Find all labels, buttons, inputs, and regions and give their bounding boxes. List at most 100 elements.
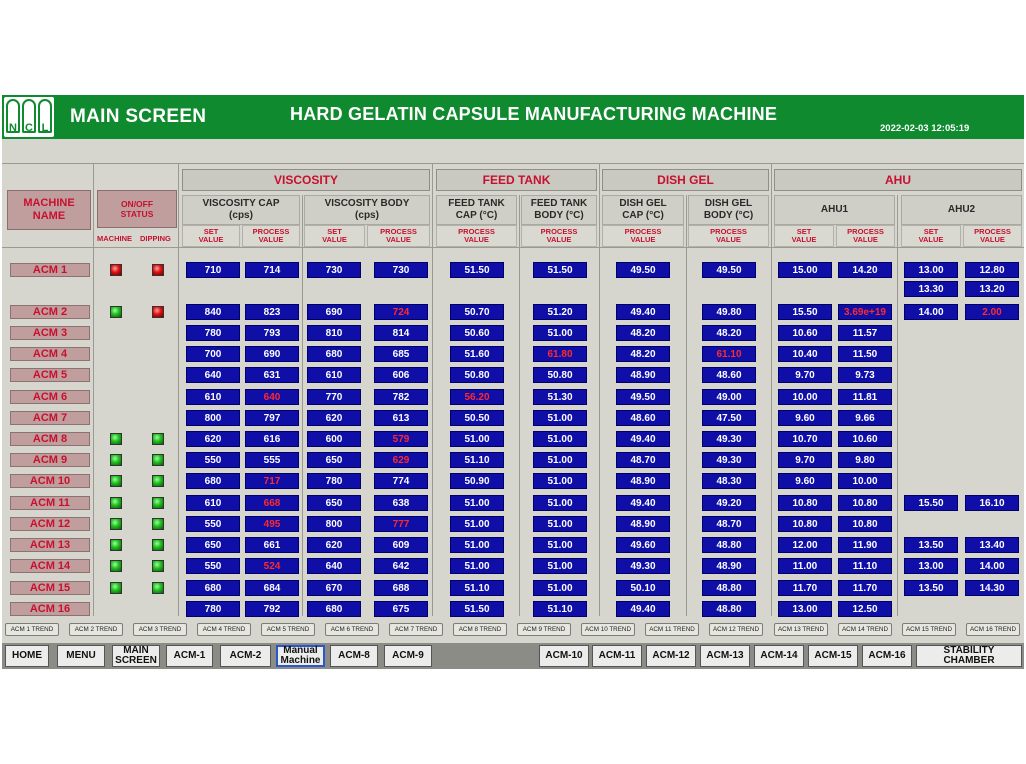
value-box-vc-pv: 792 — [245, 601, 299, 617]
machine-status-led — [110, 475, 122, 487]
value-box-vc-sv: 840 — [186, 304, 240, 320]
value-box-vc-sv: 780 — [186, 601, 240, 617]
machine-name-label: ACM 16 — [10, 602, 90, 616]
nav-stability-chamber-button[interactable]: STABILITY CHAMBER — [916, 645, 1022, 667]
value-box-ft-cap: 50.50 — [450, 410, 504, 426]
value-box-ahu1-sv: 12.00 — [778, 537, 832, 553]
value-box-ahu1-pv: 12.50 — [838, 601, 892, 617]
trend-button-acm15[interactable]: ACM 15 TREND — [902, 623, 956, 636]
nav-acm12-button[interactable]: ACM-12 — [646, 645, 696, 667]
machine-status-led — [110, 306, 122, 318]
value-box-vb-pv: 782 — [374, 389, 428, 405]
nav-acm1-button[interactable]: ACM-1 — [166, 645, 213, 667]
nav-home-button[interactable]: HOME — [5, 645, 49, 667]
value-box-dg-body: 49.30 — [702, 431, 756, 447]
value-box-vb-pv: 814 — [374, 325, 428, 341]
dish-gel-body-header: DISH GEL BODY (°C) — [688, 195, 769, 225]
value-box-vc-sv: 680 — [186, 580, 240, 596]
machine-status-led — [110, 560, 122, 572]
value-box-ahu1-pv: 11.10 — [838, 558, 892, 574]
nav-acm15-button[interactable]: ACM-15 — [808, 645, 858, 667]
viscosity-cap-process-header: PROCESS VALUE — [242, 225, 300, 247]
dipping-status-led — [152, 454, 164, 466]
trend-button-acm2[interactable]: ACM 2 TREND — [69, 623, 123, 636]
value-box-vb-sv: 770 — [307, 389, 361, 405]
nav-menu-button[interactable]: MENU — [57, 645, 105, 667]
value-box-dg-body: 48.90 — [702, 558, 756, 574]
trend-button-acm4[interactable]: ACM 4 TREND — [197, 623, 251, 636]
nav-acm16-button[interactable]: ACM-16 — [862, 645, 912, 667]
value-box-dg-body: 48.80 — [702, 537, 756, 553]
value-box-vc-pv: 631 — [245, 367, 299, 383]
trend-button-acm16[interactable]: ACM 16 TREND — [966, 623, 1020, 636]
value-box-dg-cap: 50.10 — [616, 580, 670, 596]
value-box-ahu2-sv: 13.50 — [904, 537, 958, 553]
trend-button-acm14[interactable]: ACM 14 TREND — [838, 623, 892, 636]
value-box-vc-sv: 640 — [186, 367, 240, 383]
value-box-dg-cap: 48.20 — [616, 346, 670, 362]
value-box-vb-pv: 579 — [374, 431, 428, 447]
value-box-vb-pv: 613 — [374, 410, 428, 426]
value-box-dg-body: 48.60 — [702, 367, 756, 383]
value-box-ft-body: 61.80 — [533, 346, 587, 362]
nav-acm11-button[interactable]: ACM-11 — [592, 645, 642, 667]
value-box-vc-pv: 616 — [245, 431, 299, 447]
value-box-vb-sv: 690 — [307, 304, 361, 320]
trend-button-acm9[interactable]: ACM 9 TREND — [517, 623, 571, 636]
trend-button-acm5[interactable]: ACM 5 TREND — [261, 623, 315, 636]
value-box-vb-sv: 810 — [307, 325, 361, 341]
viscosity-cap-set-header: SET VALUE — [182, 225, 240, 247]
trend-button-acm1[interactable]: ACM 1 TREND — [5, 623, 59, 636]
value-box-ahu1-pv: 9.73 — [838, 367, 892, 383]
nav-acm14-button[interactable]: ACM-14 — [754, 645, 804, 667]
nav-acm13-button[interactable]: ACM-13 — [700, 645, 750, 667]
value-box-ft-cap: 51.50 — [450, 262, 504, 278]
nav-acm2-button[interactable]: ACM-2 — [220, 645, 271, 667]
dipping-status-led — [152, 560, 164, 572]
trend-button-acm10[interactable]: ACM 10 TREND — [581, 623, 635, 636]
value-box-vc-sv: 650 — [186, 537, 240, 553]
nav-main-screen-button[interactable]: MAIN SCREEN — [112, 645, 160, 667]
value-box-vb-pv: 638 — [374, 495, 428, 511]
trend-button-acm3[interactable]: ACM 3 TREND — [133, 623, 187, 636]
trend-button-acm12[interactable]: ACM 12 TREND — [709, 623, 763, 636]
ahu1-process-header: PROCESS VALUE — [836, 225, 895, 247]
value-box-ft-body: 51.50 — [533, 262, 587, 278]
machine-status-led — [110, 582, 122, 594]
value-box-ahu2-pv: 16.10 — [965, 495, 1019, 511]
machine-status-led — [110, 497, 122, 509]
value-box-ahu2-sv: 13.00 — [904, 558, 958, 574]
value-box-vc-pv: 555 — [245, 452, 299, 468]
value-box-ft-body: 51.00 — [533, 495, 587, 511]
nav-acm8-button[interactable]: ACM-8 — [330, 645, 378, 667]
value-box-ft-cap: 51.00 — [450, 516, 504, 532]
trend-button-acm7[interactable]: ACM 7 TREND — [389, 623, 443, 636]
trend-button-acm11[interactable]: ACM 11 TREND — [645, 623, 699, 636]
value-box-ahu1-pv: 11.81 — [838, 389, 892, 405]
value-box-vb-sv: 620 — [307, 537, 361, 553]
logo-letter-c: C — [25, 122, 33, 134]
value-box-ft-body: 51.20 — [533, 304, 587, 320]
nav-acm9-button[interactable]: ACM-9 — [384, 645, 432, 667]
trend-button-acm8[interactable]: ACM 8 TREND — [453, 623, 507, 636]
dish-gel-group-header: DISH GEL — [602, 169, 769, 191]
value-box-dg-cap: 48.70 — [616, 452, 670, 468]
trend-button-acm13[interactable]: ACM 13 TREND — [774, 623, 828, 636]
value-box-ahu1-pv: 3.69e+19 — [838, 304, 892, 320]
value-box-vb-pv: 724 — [374, 304, 428, 320]
value-box-dg-cap: 49.60 — [616, 537, 670, 553]
trend-button-acm6[interactable]: ACM 6 TREND — [325, 623, 379, 636]
nav-acm10-button[interactable]: ACM-10 — [539, 645, 589, 667]
machine-title: HARD GELATIN CAPSULE MANUFACTURING MACHI… — [290, 104, 778, 124]
value-box-vb-sv: 640 — [307, 558, 361, 574]
value-box-vb-sv: 680 — [307, 346, 361, 362]
value-box-dg-cap: 48.90 — [616, 473, 670, 489]
onoff-status-header: ON/OFF STATUS — [97, 190, 177, 228]
value-box-dg-cap: 48.20 — [616, 325, 670, 341]
nav-manual-machine-button[interactable]: Manual Machine — [276, 645, 325, 667]
value-box-vc-sv: 800 — [186, 410, 240, 426]
machine-name-label: ACM 3 — [10, 326, 90, 340]
value-box-vb-pv: 609 — [374, 537, 428, 553]
machine-name-label: ACM 13 — [10, 538, 90, 552]
value-box-vc-sv: 610 — [186, 389, 240, 405]
